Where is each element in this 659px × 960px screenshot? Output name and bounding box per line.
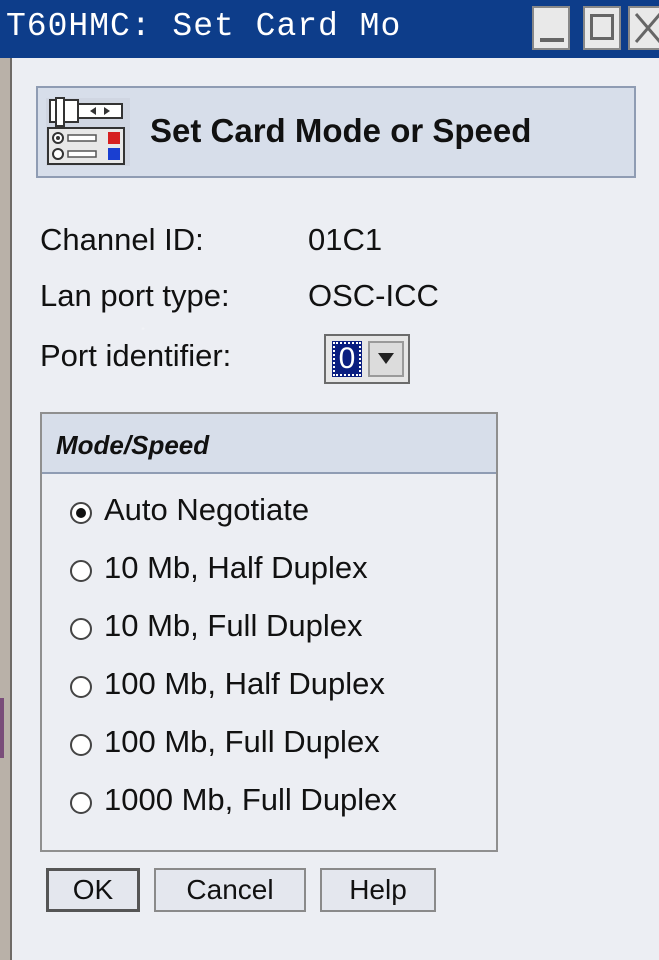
network-card-settings-icon xyxy=(46,97,130,166)
title-bar[interactable]: T60HMC: Set Card Mo xyxy=(0,0,659,58)
ok-button[interactable]: OK xyxy=(46,868,140,912)
maximize-icon xyxy=(590,14,614,40)
window-title: T60HMC: Set Card Mo xyxy=(6,8,402,45)
close-icon xyxy=(634,13,659,43)
maximize-button[interactable] xyxy=(583,6,621,50)
port-identifier-label: Port identifier: xyxy=(40,338,232,373)
port-identifier-select[interactable]: 0 xyxy=(324,334,410,384)
lan-port-type-value: OSC-ICC xyxy=(308,278,439,313)
dropdown-button[interactable] xyxy=(368,341,404,377)
radio-label: Auto Negotiate xyxy=(104,492,310,527)
help-button[interactable]: Help xyxy=(320,868,436,912)
radio-label: 10 Mb, Half Duplex xyxy=(104,550,368,585)
radio-button-selected[interactable] xyxy=(70,502,92,524)
dialog-header: Set Card Mode or Speed xyxy=(36,86,636,178)
radio-label: 1000 Mb, Full Duplex xyxy=(104,782,397,817)
radio-button[interactable] xyxy=(70,560,92,582)
radio-button[interactable] xyxy=(70,734,92,756)
radio-label: 100 Mb, Half Duplex xyxy=(104,666,385,701)
close-button[interactable] xyxy=(628,6,659,50)
channel-id-label: Channel ID: xyxy=(40,222,204,257)
minimize-icon xyxy=(540,38,564,42)
radio-button[interactable] xyxy=(70,618,92,640)
mode-speed-header: Mode/Speed xyxy=(42,414,496,474)
window-left-border xyxy=(0,58,12,960)
mode-speed-group: Mode/Speed Auto Negotiate 10 Mb, Half Du… xyxy=(40,412,498,852)
port-identifier-value[interactable]: 0 xyxy=(332,341,362,377)
dialog-content: Set Card Mode or Speed Channel ID: 01C1 … xyxy=(14,58,659,960)
radio-label: 100 Mb, Full Duplex xyxy=(104,724,380,759)
lan-port-type-label: Lan port type: xyxy=(40,278,230,313)
set-card-mode-dialog: T60HMC: Set Card Mo Set Card Mode or Spe… xyxy=(0,0,659,960)
chevron-down-icon xyxy=(378,353,394,364)
radio-label: 10 Mb, Full Duplex xyxy=(104,608,363,643)
channel-id-value: 01C1 xyxy=(308,222,383,257)
mode-speed-title: Mode/Speed xyxy=(56,430,210,460)
cancel-button[interactable]: Cancel xyxy=(154,868,306,912)
dialog-title: Set Card Mode or Speed xyxy=(150,112,532,149)
minimize-button[interactable] xyxy=(532,6,570,50)
radio-button[interactable] xyxy=(70,792,92,814)
radio-button[interactable] xyxy=(70,676,92,698)
